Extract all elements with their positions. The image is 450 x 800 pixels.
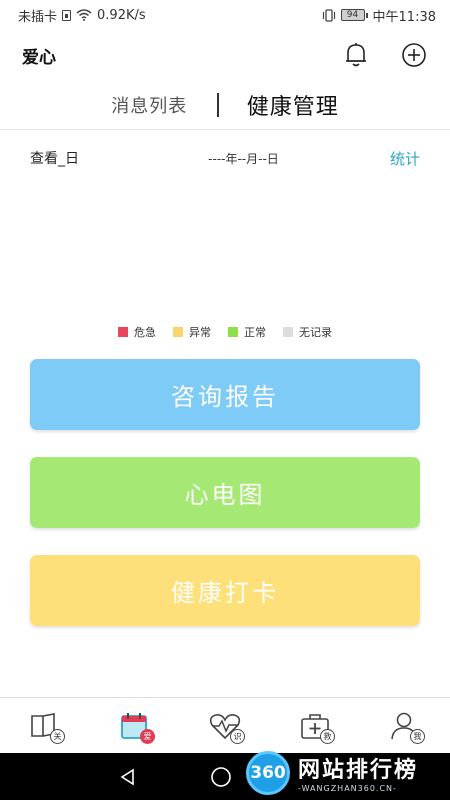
legend-label: 危急	[134, 326, 156, 339]
legend-swatch-normal	[228, 327, 238, 337]
watermark: 360 网站排行榜 -WANGZHAN360.CN-	[246, 745, 450, 800]
back-icon[interactable]	[118, 767, 138, 787]
legend-swatch-no-record	[283, 327, 293, 337]
filter-row: 查看_日 ----年--月--日 统计	[0, 146, 450, 170]
stats-link[interactable]: 统计	[390, 148, 420, 169]
nav-badge: 关	[50, 728, 65, 744]
legend-label: 异常	[189, 326, 211, 339]
nav-badge: 我	[410, 728, 425, 744]
nav-item-jiu[interactable]: 救	[295, 708, 335, 744]
status-legend: 危急 异常 正常 无记录	[0, 324, 450, 340]
legend-no-record: 无记录	[283, 324, 332, 340]
view-mode-selector[interactable]: 查看_日	[30, 148, 79, 168]
battery-tip	[365, 12, 368, 18]
battery-indicator: 94	[340, 9, 368, 21]
legend-abnormal: 异常	[173, 324, 211, 340]
watermark-subtitle: -WANGZHAN360.CN-	[298, 784, 397, 793]
watermark-logo: 360	[246, 750, 290, 795]
carrier-text: 未插卡	[18, 9, 58, 25]
notifications-button[interactable]	[342, 41, 370, 69]
home-icon[interactable]	[210, 766, 232, 788]
app-title: 爱心	[22, 47, 56, 68]
clock: 中午11:38	[372, 9, 436, 25]
nav-item-shi[interactable]: 识	[205, 708, 245, 744]
consult-report-button[interactable]: 咨询报告	[30, 359, 420, 430]
legend-label: 正常	[244, 326, 266, 339]
app-header: 爱心	[0, 30, 450, 80]
sim-card-icon	[62, 9, 72, 21]
legend-critical: 危急	[118, 324, 156, 340]
add-circle-icon	[402, 43, 426, 67]
tab-health-management[interactable]: 健康管理	[247, 89, 339, 121]
nav-badge: 识	[230, 728, 245, 744]
add-button[interactable]	[400, 41, 428, 69]
nav-item-guan[interactable]: 关	[25, 708, 65, 744]
legend-swatch-critical	[118, 327, 128, 337]
status-right: 94 中午11:38	[322, 6, 436, 25]
legend-label: 无记录	[299, 326, 332, 339]
tab-message-list[interactable]: 消息列表	[111, 92, 187, 118]
nav-badge: 救	[320, 728, 335, 744]
nav-badge-active: 爱	[140, 728, 155, 744]
status-left: 未插卡 0.92K/s	[18, 6, 146, 25]
legend-swatch-abnormal	[173, 327, 183, 337]
battery-level: 94	[340, 9, 365, 21]
watermark-text: 网站排行榜 -WANGZHAN360.CN-	[298, 752, 418, 793]
nav-item-wo[interactable]: 我	[385, 708, 425, 744]
date-range[interactable]: ----年--月--日	[208, 150, 279, 167]
status-bar: 未插卡 0.92K/s 94 中午11:38	[0, 0, 450, 30]
vibrate-icon	[322, 8, 335, 22]
tab-bar: 消息列表 健康管理	[0, 82, 450, 128]
bell-icon	[346, 43, 366, 67]
network-speed: 0.92K/s	[97, 7, 146, 23]
header-actions	[342, 41, 428, 69]
tabs-divider-line	[0, 129, 450, 130]
watermark-title: 网站排行榜	[298, 758, 419, 783]
tab-divider	[217, 93, 219, 117]
wifi-icon	[76, 9, 92, 21]
nav-item-ai[interactable]: 爱	[115, 708, 155, 744]
ecg-button[interactable]: 心电图	[30, 457, 420, 528]
legend-normal: 正常	[228, 324, 266, 340]
health-checkin-button[interactable]: 健康打卡	[30, 555, 420, 626]
